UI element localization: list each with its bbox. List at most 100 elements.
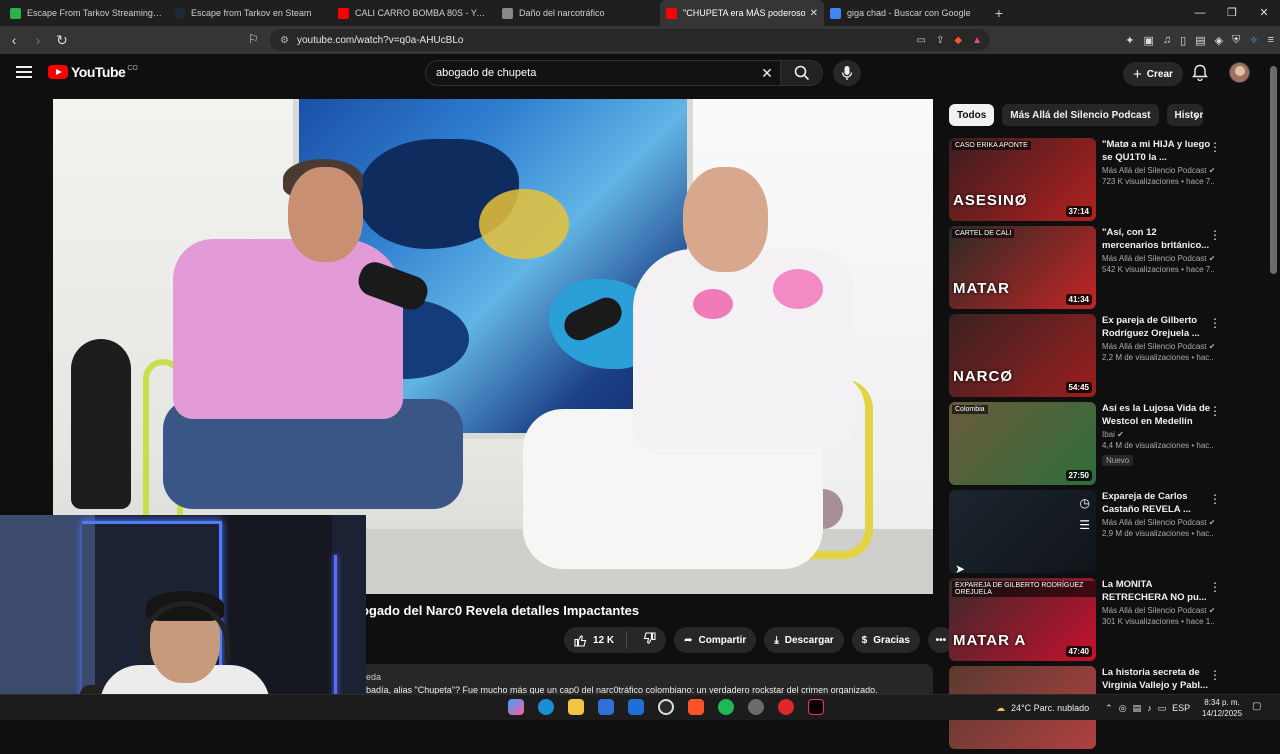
video-title-link[interactable]: "Así, con 12 mercenarios británico...: [1102, 226, 1214, 252]
omnibox[interactable]: ⚙ youtube.com/watch?v=q0a-AHUcBLo ▭ ⇪ ◆ …: [270, 29, 990, 51]
kebab-menu-icon[interactable]: ⋮: [1209, 316, 1221, 330]
tiktok-icon[interactable]: [808, 699, 824, 715]
kebab-menu-icon[interactable]: ⋮: [1209, 492, 1221, 506]
brave-icon[interactable]: [688, 699, 704, 715]
channel-name[interactable]: Más Allá del Silencio Podcast ✔: [1102, 254, 1214, 263]
like-icon[interactable]: [574, 634, 587, 647]
create-button[interactable]: + Crear: [1123, 62, 1183, 86]
vpn-icon[interactable]: ◈: [1215, 34, 1223, 47]
new-tab-button[interactable]: +: [988, 5, 1010, 21]
voice-search-button[interactable]: [833, 60, 861, 86]
kebab-menu-icon[interactable]: ⋮: [1209, 228, 1221, 242]
avatar[interactable]: [1229, 62, 1250, 83]
media-icon[interactable]: ♫: [1163, 34, 1171, 46]
download-button[interactable]: ⤓ Descargar: [764, 627, 844, 653]
settings-icon[interactable]: [748, 699, 764, 715]
notifications-icon[interactable]: ▢: [1252, 701, 1261, 712]
file-explorer-icon[interactable]: [568, 699, 584, 715]
edge-icon[interactable]: [538, 699, 554, 715]
screenshot-icon[interactable]: ▣: [1144, 34, 1154, 47]
video-title-link[interactable]: Así es la Lujosa Vida de Westcol en Mede…: [1102, 402, 1214, 428]
browser-tab[interactable]: "CHUPETA era MÁS poderoso ✕: [660, 0, 824, 26]
kebab-menu-icon[interactable]: ⋮: [1209, 580, 1221, 594]
site-info-icon[interactable]: ⚙: [280, 35, 289, 46]
volume-icon[interactable]: ♪: [1147, 703, 1152, 713]
kebab-menu-icon[interactable]: ⋮: [1209, 404, 1221, 418]
video-thumbnail[interactable]: CASO ERIKA APONTE ASESINØ 37:14: [949, 138, 1096, 221]
opera-icon[interactable]: [778, 699, 794, 715]
hamburger-menu-icon[interactable]: [16, 66, 32, 78]
minimize-icon[interactable]: —: [1184, 0, 1216, 26]
forward-icon[interactable]: ›: [28, 32, 48, 48]
browser-tab[interactable]: giga chad - Buscar con Google: [824, 0, 988, 26]
list-item[interactable]: NARCØ 54:45 Ex pareja de Gilberto Rodrígue…: [949, 314, 1224, 402]
browser-tab[interactable]: Daño del narcotráfico: [496, 0, 660, 26]
store-icon[interactable]: [598, 699, 614, 715]
tray-chevron-icon[interactable]: ⌃: [1105, 703, 1113, 714]
share-button[interactable]: ➦ Compartir: [674, 627, 757, 653]
search-button[interactable]: [780, 61, 822, 85]
list-item[interactable]: CARTEL DE CALI MATAR 41:34 "Así, con 12 mer…: [949, 226, 1224, 314]
rewards-icon[interactable]: ▲: [972, 35, 982, 46]
dislike-button[interactable]: [633, 632, 666, 648]
bookmark-icon[interactable]: ⚐: [248, 32, 259, 46]
close-window-icon[interactable]: ✕: [1248, 0, 1280, 26]
network-icon[interactable]: ▤: [1133, 703, 1142, 714]
video-title-link[interactable]: Ex pareja de Gilberto Rodríguez Orejuela…: [1102, 314, 1214, 340]
channel-name[interactable]: Más Allá del Silencio Podcast ✔: [1102, 342, 1214, 351]
list-item[interactable]: ◷ ☰ Expareja de Carlos Castaño REVELA ... M…: [949, 490, 1224, 578]
channel-name[interactable]: Más Allá del Silencio Podcast ✔: [1102, 606, 1214, 615]
list-item[interactable]: CASO ERIKA APONTE ASESINØ 37:14 "Matø a mi …: [949, 138, 1224, 226]
clear-search-icon[interactable]: ✕: [754, 65, 780, 82]
browser-tab[interactable]: Escape from Tarkov en Steam: [168, 0, 332, 26]
share-page-icon[interactable]: ⇪: [936, 35, 944, 46]
tray-app-icon[interactable]: ◎: [1119, 703, 1127, 714]
channel-name[interactable]: Ibai ✔: [1102, 430, 1214, 439]
browser-tab[interactable]: CALI CARRO BOMBA 80S - YouTube: [332, 0, 496, 26]
cast-icon[interactable]: ▭: [917, 35, 926, 46]
video-thumbnail[interactable]: CARTEL DE CALI MATAR 41:34: [949, 226, 1096, 309]
mail-icon[interactable]: [628, 699, 644, 715]
channel-name[interactable]: Más Allá del Silencio Podcast ✔: [1102, 166, 1214, 175]
list-item[interactable]: Colombia 27:50 Así es la Lujosa Vida de We…: [949, 402, 1224, 490]
like-count[interactable]: 12 K: [593, 635, 614, 646]
video-thumbnail[interactable]: NARCØ 54:45: [949, 314, 1096, 397]
extensions-icon[interactable]: ✦: [1125, 34, 1134, 47]
channel-name[interactable]: Más Allá del Silencio Podcast ✔: [1102, 518, 1214, 527]
ai-icon[interactable]: ✧: [1249, 34, 1258, 47]
language-indicator[interactable]: ESP: [1172, 703, 1190, 713]
watch-later-icon[interactable]: ◷: [1080, 496, 1090, 510]
search-input[interactable]: [426, 67, 754, 79]
page-scrollbar[interactable]: [1270, 66, 1277, 274]
close-tab-icon[interactable]: ✕: [810, 8, 818, 19]
thanks-button[interactable]: $ Gracias: [851, 627, 920, 653]
brave-shield-icon[interactable]: ◆: [954, 35, 962, 46]
kebab-menu-icon[interactable]: ⋮: [1209, 140, 1221, 154]
add-to-queue-icon[interactable]: ☰: [1079, 518, 1090, 532]
list-item[interactable]: EXPAREJA DE GILBERTO RODRÍGUEZ OREJUELA M…: [949, 578, 1224, 666]
back-icon[interactable]: ‹: [4, 32, 24, 48]
chip-all[interactable]: Todos: [949, 104, 995, 126]
video-thumbnail[interactable]: EXPAREJA DE GILBERTO RODRÍGUEZ OREJUELA M…: [949, 578, 1096, 661]
chip-podcast[interactable]: Más Allá del Silencio Podcast: [1002, 104, 1159, 126]
notifications-button[interactable]: [1192, 64, 1208, 86]
spotify-icon[interactable]: [718, 699, 734, 715]
shield-icon[interactable]: ⛨: [1232, 34, 1240, 47]
taskbar-clock[interactable]: 8:34 p. m. 14/12/2025: [1202, 697, 1242, 719]
video-title-link[interactable]: "Matø a mi HIJA y luego se QU1T0 la ...: [1102, 138, 1214, 164]
battery-icon[interactable]: ▭: [1158, 703, 1167, 714]
weather-text[interactable]: 24°C Parc. nublado: [1011, 703, 1089, 713]
restore-icon[interactable]: ❐: [1216, 0, 1248, 26]
video-thumbnail[interactable]: ◷ ☰: [949, 490, 1096, 573]
menu-icon[interactable]: ≡: [1268, 34, 1274, 46]
video-thumbnail[interactable]: Colombia 27:50: [949, 402, 1096, 485]
obs-icon[interactable]: [658, 699, 674, 715]
weather-icon[interactable]: ☁: [996, 703, 1005, 714]
video-title-link[interactable]: La MONITA RETRECHERA NO pu...: [1102, 578, 1214, 604]
reload-icon[interactable]: ↻: [52, 32, 72, 49]
video-title-link[interactable]: Expareja de Carlos Castaño REVELA ...: [1102, 490, 1214, 516]
sidebar-icon[interactable]: ▯: [1180, 34, 1186, 47]
browser-tab[interactable]: Escape From Tarkov Streaming - Live: [4, 0, 168, 26]
chevron-right-icon[interactable]: ›: [1194, 108, 1199, 124]
youtube-logo[interactable]: YouTube CO: [48, 64, 138, 80]
